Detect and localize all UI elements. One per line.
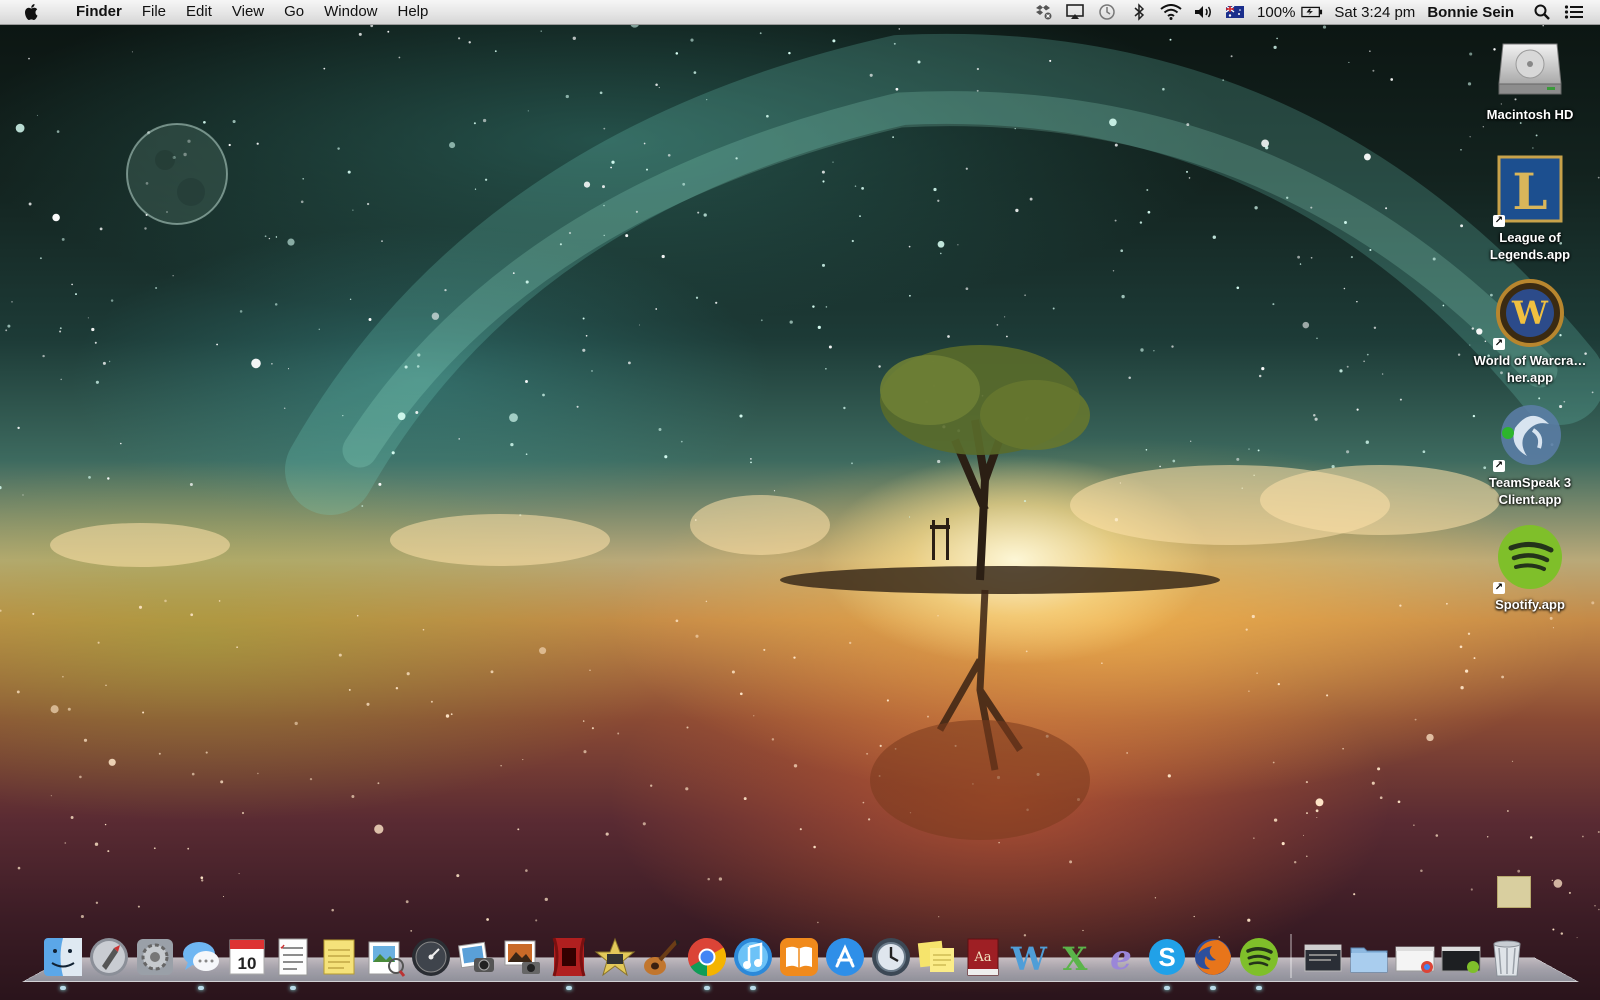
desktop-file-icon[interactable] [1497,876,1531,908]
dashboard-icon[interactable] [410,936,452,978]
menu-bar: Finder File Edit View Go Window Help 100… [0,0,1600,25]
running-indicator [60,986,66,990]
minimized-window-2[interactable] [1394,936,1436,978]
desktop-icon-label: Macintosh HD [1486,107,1574,122]
alias-arrow-icon: ↗ [1493,582,1505,594]
alias-arrow-icon: ↗ [1493,460,1505,472]
running-indicator [1210,986,1216,990]
dropbox-sync-icon[interactable] [1032,3,1054,21]
running-indicator [1164,986,1170,990]
spotify-desktop-icon: ↗ [1493,522,1565,594]
excel-icon[interactable]: X [1054,936,1096,978]
spotlight-search-icon[interactable] [1531,3,1553,21]
notification-center-icon[interactable] [1563,3,1585,21]
desktop-icon-league-of-legends[interactable]: L ↗ League of Legends.app [1465,155,1595,263]
finder-icon[interactable] [42,936,84,990]
chrome-icon[interactable] [686,936,728,990]
alias-arrow-icon: ↗ [1493,215,1505,227]
ibooks-icon[interactable] [778,936,820,978]
svg-text:W: W [1511,294,1549,332]
launchpad-icon[interactable] [88,936,130,978]
dictionary-icon[interactable]: Aa [962,936,1004,978]
running-indicator [750,986,756,990]
dock: 10 Aa W X e S [40,922,1570,990]
running-indicator [1256,986,1262,990]
airplay-icon[interactable] [1064,3,1086,21]
notes-icon[interactable] [318,936,360,978]
dock-separator [1290,934,1292,978]
desktop-icon-macintosh-hd[interactable]: Macintosh HD [1465,32,1595,123]
menu-window[interactable]: Window [314,0,387,24]
desktop-icon-spotify[interactable]: ↗ Spotify.app [1465,522,1595,613]
entourage-glyph: e [1110,938,1132,978]
time-machine-icon[interactable] [870,936,912,978]
menu-file[interactable]: File [132,0,176,24]
word-glyph: W [1010,940,1048,978]
wallpaper-tree [780,345,1220,840]
menu-go[interactable]: Go [274,0,314,24]
time-machine-status-icon[interactable] [1096,3,1118,21]
battery-percent[interactable]: 100% [1257,4,1295,21]
entourage-icon[interactable]: e [1100,936,1142,978]
stickies-icon[interactable] [916,936,958,978]
messages-icon[interactable] [180,936,222,990]
menu-help[interactable]: Help [388,0,439,24]
running-indicator [290,986,296,990]
garageband-icon[interactable] [640,936,682,978]
desktop-icon-label: TeamSpeak 3 Client.app [1488,475,1572,507]
desktop-icon-teamspeak[interactable]: ↗ TeamSpeak 3 Client.app [1465,400,1595,508]
image-capture-icon[interactable] [502,936,544,978]
trash-icon[interactable] [1486,936,1528,978]
world-of-warcraft-icon: W ↗ [1493,278,1565,350]
league-of-legends-icon: L ↗ [1493,155,1565,227]
bluetooth-icon[interactable] [1128,3,1150,21]
input-source-flag-icon[interactable] [1224,3,1246,21]
menu-finder[interactable]: Finder [64,0,132,24]
desktop-icon-label: World of Warcra…her.app [1473,353,1587,385]
desktop-icon-label: Spotify.app [1495,597,1565,612]
calendar-day: 10 [238,954,257,973]
word-icon[interactable]: W [1008,936,1050,978]
desktop-icon-world-of-warcraft[interactable]: W ↗ World of Warcra…her.app [1465,278,1595,386]
imovie-icon[interactable] [594,936,636,978]
wallpaper-moon [126,123,228,225]
spotify-icon[interactable] [1238,936,1280,990]
menu-edit[interactable]: Edit [176,0,222,24]
firefox-icon[interactable] [1192,936,1234,990]
user-name[interactable]: Bonnie Sein [1427,4,1514,21]
preview-icon[interactable] [364,936,406,978]
excel-glyph: X [1063,940,1088,978]
alias-arrow-icon: ↗ [1493,338,1505,350]
menu-view[interactable]: View [222,0,274,24]
svg-text:L: L [1512,162,1547,221]
skype-icon[interactable]: S [1146,936,1188,990]
minimized-window-3[interactable] [1440,936,1482,978]
system-preferences-icon[interactable] [134,936,176,978]
hard-drive-icon [1495,32,1565,102]
calendar-icon[interactable]: 10 [226,936,268,978]
menu-clock[interactable]: Sat 3:24 pm [1334,4,1415,21]
desktop-background: Finder File Edit View Go Window Help 100… [0,0,1600,1000]
wifi-icon[interactable] [1160,3,1182,21]
battery-icon[interactable] [1301,3,1323,21]
desktop-icon-label: League of Legends.app [1489,230,1571,262]
running-indicator [566,986,572,990]
dictionary-glyph: Aa [973,950,991,965]
app-store-icon[interactable] [824,936,866,978]
apple-menu-icon[interactable] [22,2,42,22]
iphoto-icon[interactable] [456,936,498,978]
folder-stack-icon[interactable] [1348,936,1390,978]
itunes-icon[interactable] [732,936,774,990]
running-indicator [198,986,204,990]
skype-glyph: S [1158,942,1175,972]
teamspeak-icon: ↗ [1493,400,1565,472]
reminders-icon[interactable] [272,936,314,990]
minimized-window-1[interactable] [1302,936,1344,978]
photo-booth-icon[interactable] [548,936,590,990]
running-indicator [704,986,710,990]
volume-icon[interactable] [1192,3,1214,21]
